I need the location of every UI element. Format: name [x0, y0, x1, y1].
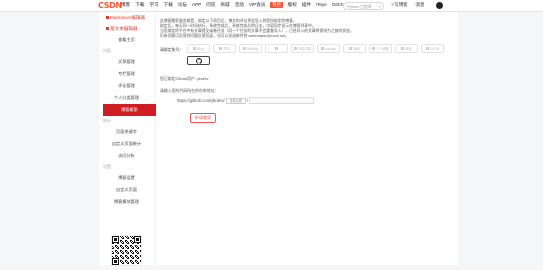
bind-account-label: 请绑定账号：	[160, 47, 184, 52]
editor-icon	[106, 16, 109, 20]
avatar[interactable]	[436, 2, 443, 9]
platform-icon	[242, 47, 246, 50]
platform-icon	[372, 47, 376, 50]
qr-code-image	[111, 235, 142, 266]
main-nav: 博客 下载 学习 下载 论坛 APP 问答 商城 活动 VIP会员 专栏 版权 插件 iTeye GitCh…	[121, 2, 366, 8]
left-sidebar: Markdown编辑器 富文本编辑器查看主页内容文章管理 专栏管理 评论管理 个人分类管…	[99, 12, 156, 266]
apply-migration-button[interactable]: 申请搬家	[190, 113, 216, 123]
sidebar-group-heading: 统计	[103, 118, 111, 123]
platform-button[interactable]: WeBlog	[239, 44, 262, 53]
sidebar-item[interactable]: 评论管理	[99, 80, 154, 92]
github-platform-button[interactable]	[187, 56, 210, 65]
search-icon[interactable]: ⌕	[379, 4, 381, 9]
message-link[interactable]: ♪消息	[414, 2, 425, 8]
platform-button[interactable]: 公众号	[421, 44, 444, 53]
url-slash: /	[246, 98, 248, 103]
platform-icon	[294, 47, 298, 50]
platform-button[interactable]: 新浪	[395, 44, 418, 53]
sidebar-item[interactable]: 访问分析	[99, 150, 154, 162]
markdown-editor-link[interactable]: Markdown编辑器	[99, 12, 154, 23]
search-input[interactable]: Python工程师 ⌕	[343, 2, 384, 10]
platform-label: 开源中国	[298, 47, 311, 51]
sidebar-item[interactable]: 页面关键字	[99, 126, 154, 138]
github-icon	[195, 57, 202, 64]
nav-item[interactable]: 学习	[149, 2, 158, 8]
sidebar-item[interactable]: 文章管理	[99, 56, 154, 68]
nav-item[interactable]: 专栏	[270, 2, 283, 8]
platform-label: 个人博客	[376, 47, 389, 51]
sidebar-item[interactable]: 查看主页	[99, 34, 154, 46]
platform-icon	[193, 47, 197, 50]
platform-label: 微博	[353, 47, 360, 51]
platform-button[interactable]: 开源中国	[291, 44, 314, 53]
sidebar-group-heading: 设置	[103, 164, 111, 169]
nav-item[interactable]: 问答	[206, 2, 215, 8]
platform-icon	[274, 47, 278, 50]
nav-item[interactable]: 插件	[302, 2, 311, 8]
sidebar-item[interactable]: 个人分类管理	[99, 92, 154, 104]
platform-icon	[321, 47, 324, 50]
platform-button[interactable]	[265, 44, 288, 53]
main-panel: 此博客搬家服务都是，绑定以下项目后，博文和评论将会导入到您所绑定的博客。 绑定后…	[156, 12, 458, 265]
nav-item[interactable]: 下载	[135, 2, 144, 8]
user-links: ✎写博客 ♪消息	[391, 2, 424, 8]
repo-url-label: 请输入您的代码所在的仓库地址：	[160, 88, 219, 93]
richtext-editor-link[interactable]: 富文本编辑器	[99, 23, 154, 34]
sidebar-item[interactable]: 自定义页面统计	[99, 138, 154, 150]
platform-button[interactable]: 简书	[213, 44, 236, 53]
nav-item[interactable]: 版权	[288, 2, 297, 8]
url-path-input[interactable]	[248, 97, 314, 104]
platform-label: 简书	[223, 47, 230, 51]
platform-buttons: Blog 简书 WeBlog 开源中国 cnblogs 微博 个人博客 新浪 公众号	[187, 44, 455, 65]
sidebar-item[interactable]: 博客搬家	[103, 104, 156, 116]
nav-item[interactable]: 下载	[164, 2, 173, 8]
nav-item[interactable]: VIP会员	[249, 2, 266, 8]
platform-button[interactable]: Blog	[187, 44, 210, 53]
platform-label: WeBlog	[246, 46, 259, 51]
nav-item[interactable]: 论坛	[178, 2, 187, 8]
platform-label: Blog	[197, 46, 204, 51]
repo-url-row: https://github.com/ykrdev/ 仓库名称 /	[177, 97, 314, 104]
platform-icon	[349, 47, 353, 50]
editor-icon	[106, 27, 109, 31]
nav-item[interactable]: 活动	[235, 2, 244, 8]
sidebar-item[interactable]: 专栏管理	[99, 68, 154, 80]
editor-link-label: Markdown编辑器	[110, 15, 145, 20]
platform-label: 新浪	[405, 47, 412, 51]
repo-name-input[interactable]: 仓库名称	[225, 97, 246, 104]
platform-label: cnblogs	[325, 46, 336, 51]
nav-item[interactable]: APP	[192, 2, 201, 8]
editor-link-label: 富文本编辑器	[110, 26, 138, 31]
platform-button[interactable]: 微博	[343, 44, 366, 53]
platform-icon	[425, 47, 429, 50]
sidebar-item[interactable]: 博客设置	[99, 172, 154, 184]
platform-button[interactable]: 个人博客	[369, 44, 392, 53]
platform-label: 公众号	[429, 47, 440, 51]
platform-icon	[219, 47, 223, 50]
nav-item[interactable]: 博客	[121, 2, 130, 8]
nav-item[interactable]: 商城	[220, 2, 229, 8]
write-blog-link[interactable]: ✎写博客	[391, 2, 408, 8]
sidebar-item[interactable]: 博客模块管理	[99, 196, 154, 208]
top-navigation-bar: CSDN 博客 下载 学习 下载 论坛 APP 问答 商城 活动 VIP会员 专栏 版权 插件 iTeye…	[0, 0, 543, 12]
url-prefix: https://github.com/ykrdev/	[177, 98, 225, 103]
csdn-logo[interactable]: CSDN	[98, 1, 122, 10]
platform-icon	[401, 47, 405, 50]
nav-item[interactable]: iTeye	[316, 2, 327, 8]
notice-line-4: 仍有问题可反馈到问题反馈页面，也可以发送邮件到 webmaster@csdn.n…	[160, 34, 289, 38]
repo-placeholder: 仓库名称	[229, 99, 243, 103]
bound-user-text: 您已绑定Github用户: ykrdev	[160, 76, 209, 81]
sidebar-item[interactable]: 自定义页面	[99, 184, 154, 196]
search-placeholder: Python工程师	[347, 4, 372, 9]
platform-button[interactable]: cnblogs	[317, 44, 340, 53]
sidebar-group-heading: 内容	[103, 48, 111, 53]
